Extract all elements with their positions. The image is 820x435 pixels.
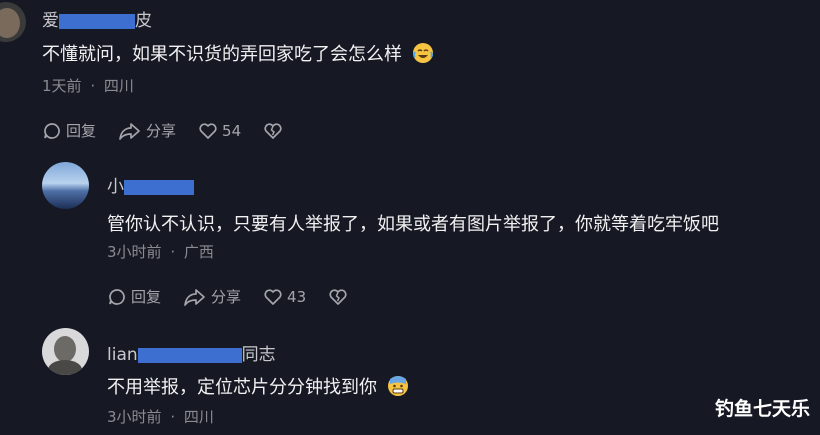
username[interactable]: lian 同志 — [107, 340, 276, 365]
dislike-button[interactable] — [263, 121, 287, 141]
location: 广西 — [183, 243, 214, 261]
timestamp: 3小时前 — [107, 408, 162, 426]
share-button[interactable]: 分享 — [118, 120, 176, 141]
reply-label: 回复 — [66, 122, 97, 140]
comment-text: 不懂就问，如果不识货的弄回家吃了会怎么样 — [42, 40, 434, 66]
timestamp: 3小时前 — [107, 243, 162, 261]
share-arrow-icon — [119, 122, 140, 140]
comment-meta: 3小时前 · 广西 — [107, 241, 214, 262]
separator: · — [170, 243, 176, 261]
redaction-bar — [59, 13, 135, 29]
comment-actions: 回复 分享 54 — [42, 120, 309, 141]
reply-label: 回复 — [131, 288, 162, 306]
comment-actions: 回复 分享 43 — [107, 286, 374, 307]
redaction-bar — [137, 347, 242, 363]
reply-button[interactable]: 回复 — [42, 120, 96, 141]
timestamp: 1天前 — [42, 77, 82, 95]
comment-text: 不用举报，定位芯片分分钟找到你 — [107, 373, 409, 399]
username-suffix: 皮 — [135, 11, 152, 31]
separator: · — [170, 408, 176, 426]
crying-laughing-emoji-icon — [412, 43, 433, 63]
share-label: 分享 — [146, 122, 177, 140]
like-button[interactable]: 54 — [198, 121, 241, 141]
reply-bubble-icon — [44, 122, 60, 139]
comment-text-body: 管你认不认识，只要有人举报了，如果或者有图片举报了，你就等着吃牢饭吧 — [107, 214, 719, 235]
comment-text: 管你认不认识，只要有人举报了，如果或者有图片举报了，你就等着吃牢饭吧 — [107, 210, 719, 236]
username-prefix: 爱 — [42, 11, 59, 31]
cold-sweat-emoji-icon — [387, 376, 408, 396]
avatar[interactable] — [42, 162, 89, 209]
comment-text-body: 不懂就问，如果不识货的弄回家吃了会怎么样 — [42, 44, 402, 65]
username[interactable]: 爱皮 — [42, 6, 152, 31]
like-button[interactable]: 43 — [263, 287, 306, 307]
username-prefix: 小 — [107, 177, 124, 197]
comment-meta: 1天前 · 四川 — [42, 75, 134, 96]
username-prefix: lian — [107, 345, 138, 365]
location: 四川 — [183, 408, 214, 426]
redaction-bar — [124, 179, 194, 195]
like-count: 43 — [287, 287, 307, 306]
dislike-button[interactable] — [328, 287, 352, 307]
like-count: 54 — [222, 121, 242, 140]
heart-icon — [199, 122, 217, 139]
watermark: 钓鱼七天乐 — [714, 398, 810, 420]
avatar[interactable] — [42, 328, 89, 375]
comment-meta: 3小时前 · 四川 — [107, 406, 214, 427]
share-arrow-icon — [184, 288, 205, 306]
username[interactable]: 小 — [107, 172, 194, 197]
broken-heart-icon — [264, 122, 282, 139]
share-button[interactable]: 分享 — [183, 286, 241, 307]
share-label: 分享 — [211, 288, 242, 306]
avatar[interactable] — [0, 2, 26, 42]
reply-button[interactable]: 回复 — [107, 286, 161, 307]
separator: · — [90, 77, 96, 95]
broken-heart-icon — [329, 288, 347, 305]
heart-icon — [264, 288, 282, 305]
comment-text-body: 不用举报，定位芯片分分钟找到你 — [107, 377, 377, 398]
reply-bubble-icon — [109, 288, 125, 305]
location: 四川 — [103, 77, 134, 95]
username-suffix: 同志 — [241, 345, 276, 365]
